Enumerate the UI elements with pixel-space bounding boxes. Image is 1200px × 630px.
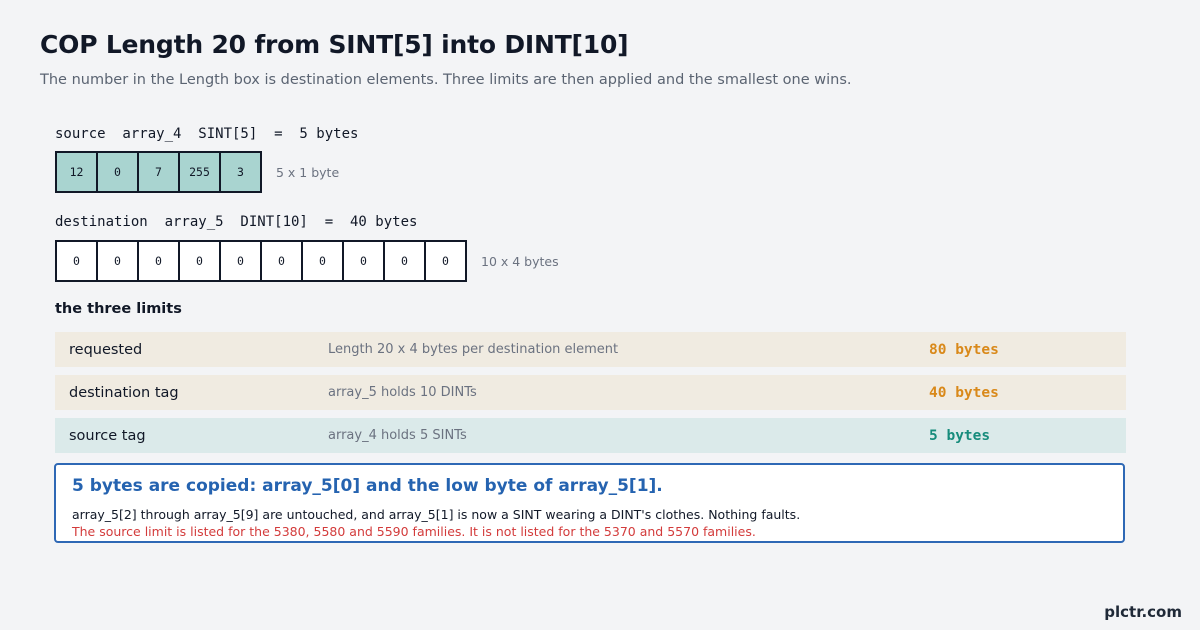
result-body: array_5[2] through array_5[9] are untouc… [72, 507, 801, 522]
source-array-label: source array_4 SINT[5] = 5 bytes [55, 126, 359, 142]
destination-cell: 0 [55, 240, 98, 282]
destination-cell: 0 [262, 240, 303, 282]
limit-value: 40 bytes [929, 384, 999, 401]
destination-array-label: destination array_5 DINT[10] = 40 bytes [55, 214, 418, 230]
result-warning: The source limit is listed for the 5380,… [72, 524, 756, 539]
source-cell: 3 [221, 151, 262, 193]
source-array-label-block: source array_4 SINT[5] = 5 bytes [55, 126, 358, 142]
destination-cell: 0 [344, 240, 385, 282]
destination-cell: 0 [385, 240, 426, 282]
source-size-note: 5 x 1 byte [276, 164, 340, 180]
source-cell: 7 [139, 151, 180, 193]
source-cell: 12 [55, 151, 98, 193]
destination-array: 0 0 0 0 0 0 0 0 0 0 10 x 4 bytes [55, 240, 559, 282]
destination-size-note: 10 x 4 bytes [481, 253, 559, 269]
limit-row-source-tag: source tag array_4 holds 5 SINTs 5 bytes [55, 418, 1126, 453]
limit-name: requested [69, 341, 143, 358]
result-box: 5 bytes are copied: array_5[0] and the l… [54, 463, 1125, 543]
destination-cell: 0 [98, 240, 139, 282]
page-subtitle: The number in the Length box is destinat… [40, 72, 852, 88]
source-array: 12 0 7 255 3 5 x 1 byte [55, 151, 339, 193]
limit-value: 5 bytes [929, 427, 991, 444]
limits-heading: the three limits [55, 301, 182, 317]
page-title: COP Length 20 from SINT[5] into DINT[10] [40, 30, 629, 59]
source-cell: 0 [98, 151, 139, 193]
limit-name: destination tag [69, 384, 179, 401]
destination-array-label-block: destination array_5 DINT[10] = 40 bytes [55, 214, 417, 230]
header: COP Length 20 from SINT[5] into DINT[10]… [40, 30, 1160, 88]
limit-description: array_5 holds 10 DINTs [328, 385, 477, 400]
limit-description: Length 20 x 4 bytes per destination elem… [328, 342, 619, 357]
destination-cell: 0 [303, 240, 344, 282]
limit-description: array_4 holds 5 SINTs [328, 428, 467, 443]
destination-cell: 0 [221, 240, 262, 282]
destination-cell: 0 [426, 240, 467, 282]
destination-cell: 0 [139, 240, 180, 282]
result-headline: 5 bytes are copied: array_5[0] and the l… [72, 476, 663, 496]
limit-name: source tag [69, 427, 146, 444]
brand-logo: plctr.com [1104, 603, 1182, 621]
destination-cell: 0 [180, 240, 221, 282]
limit-value: 80 bytes [929, 341, 999, 358]
limit-row-requested: requested Length 20 x 4 bytes per destin… [55, 332, 1126, 367]
limit-row-destination-tag: destination tag array_5 holds 10 DINTs 4… [55, 375, 1126, 410]
limits-heading-block: the three limits [55, 301, 182, 317]
source-cell: 255 [180, 151, 221, 193]
